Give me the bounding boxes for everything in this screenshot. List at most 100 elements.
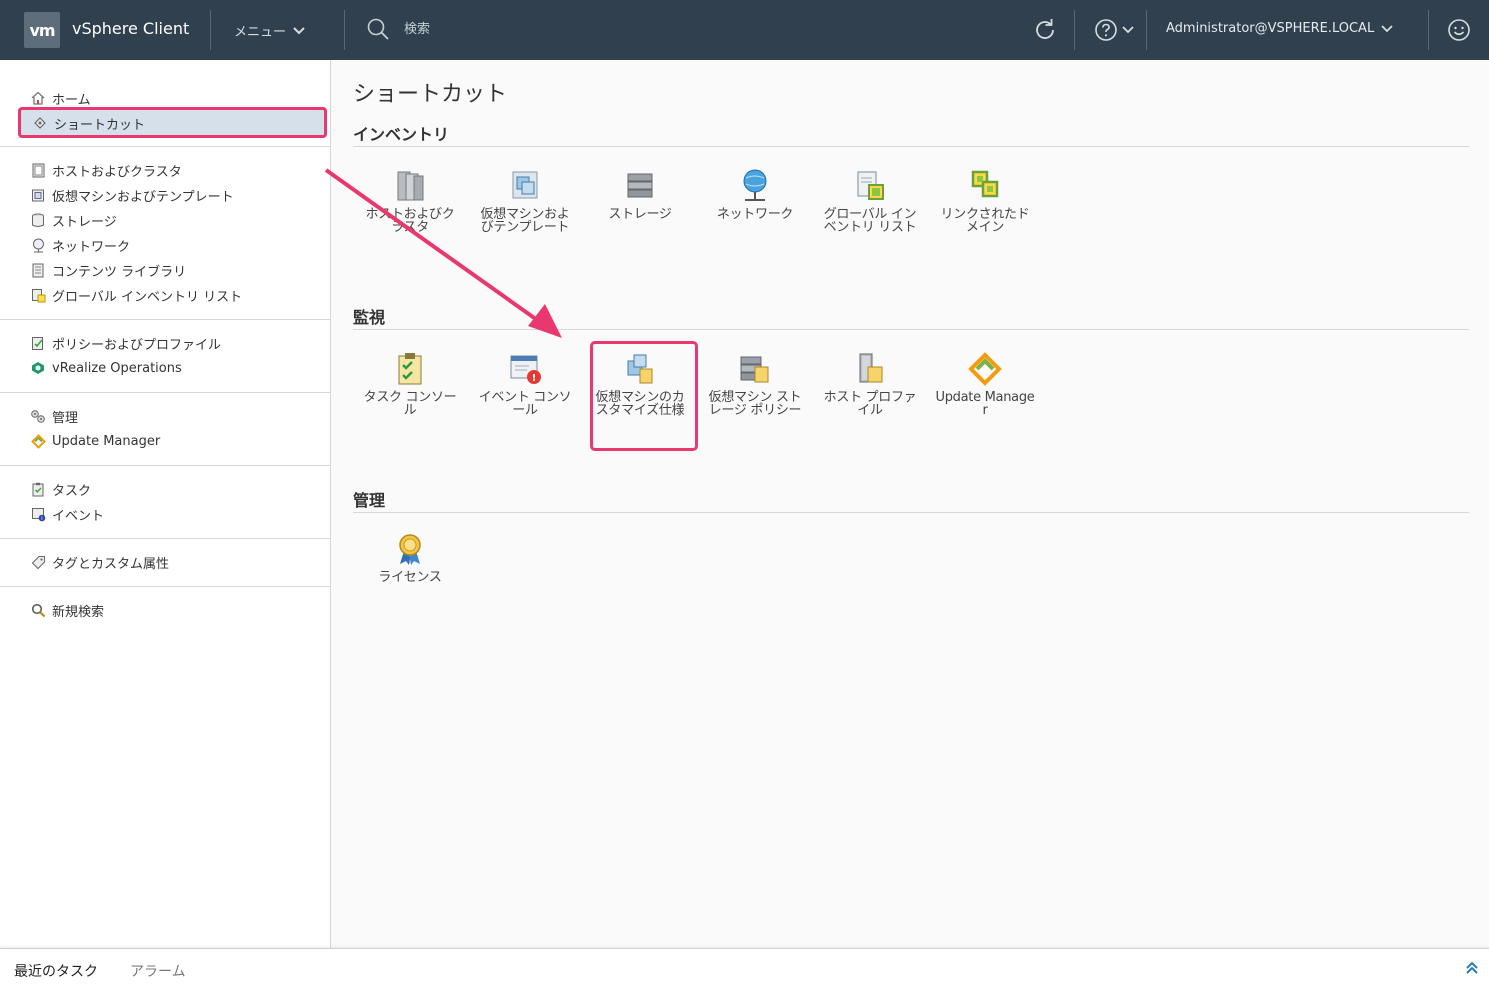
network-icon bbox=[30, 237, 46, 253]
sidebar-item-label: グローバル インベントリ リスト bbox=[52, 289, 243, 305]
search-icon bbox=[367, 18, 389, 40]
global-inventory-icon bbox=[857, 171, 884, 200]
vmware-logo[interactable]: vm bbox=[24, 12, 60, 48]
vm-storage-policies-icon bbox=[740, 356, 769, 383]
nav-divider bbox=[0, 146, 330, 147]
tile-network[interactable]: ネットワーク bbox=[705, 168, 805, 221]
tile-event-console[interactable]: ! イベント コンソール bbox=[475, 351, 575, 417]
help-icon bbox=[1095, 19, 1117, 41]
global-search[interactable] bbox=[366, 17, 706, 41]
main-content: ショートカット インベントリ ホストおよびクラスタ 仮想マシンおよびテンプレート… bbox=[331, 60, 1489, 948]
tag-icon bbox=[30, 554, 46, 570]
double-chevron-up-icon[interactable] bbox=[1465, 961, 1479, 975]
sidebar-item-global-inventory[interactable]: グローバル インベントリ リスト bbox=[30, 284, 242, 306]
annotation-highlight-box bbox=[18, 107, 327, 138]
bottom-panel-bar: 最近のタスク アラーム bbox=[0, 948, 1489, 985]
search-input[interactable] bbox=[402, 20, 706, 38]
sidebar-item-new-search[interactable]: 新規検索 bbox=[30, 599, 104, 621]
section-title-monitoring: 監視 bbox=[353, 308, 386, 327]
chevron-down-icon bbox=[293, 26, 305, 34]
sidebar-item-label: vRealize Operations bbox=[52, 360, 182, 376]
sidebar-item-administration[interactable]: 管理 bbox=[30, 405, 78, 427]
nav-divider bbox=[0, 319, 330, 320]
help-menu[interactable] bbox=[1094, 18, 1134, 42]
sidebar-item-label: コンテンツ ライブラリ bbox=[52, 264, 187, 280]
sidebar-item-content-library[interactable]: コンテンツ ライブラリ bbox=[30, 259, 186, 281]
update-manager-icon bbox=[30, 433, 46, 449]
smiley-feedback-icon[interactable] bbox=[1447, 18, 1471, 42]
sidebar-item-events[interactable]: i イベント bbox=[30, 503, 104, 525]
tile-update-manager[interactable]: Update Manager bbox=[935, 351, 1035, 417]
tile-hosts-clusters[interactable]: ホストおよびクラスタ bbox=[360, 168, 460, 234]
sidebar-item-network[interactable]: ネットワーク bbox=[30, 234, 130, 256]
tile-vm-storage-policies[interactable]: 仮想マシン ストレージ ポリシー bbox=[705, 351, 805, 417]
annotation-highlight-box bbox=[590, 341, 698, 451]
vm-templates-icon bbox=[30, 187, 46, 203]
svg-text:i: i bbox=[41, 516, 42, 522]
tile-host-profiles[interactable]: ホスト プロファイル bbox=[820, 351, 920, 417]
header-divider bbox=[1146, 10, 1147, 50]
sidebar-item-label: タスク bbox=[52, 483, 92, 499]
sidebar-item-tasks[interactable]: タスク bbox=[30, 478, 91, 500]
user-menu[interactable]: Administrator@VSPHERE.LOCAL bbox=[1166, 21, 1394, 36]
hosts-clusters-icon bbox=[397, 171, 424, 201]
tile-linked-domains[interactable]: リンクされたドメイン bbox=[935, 168, 1035, 234]
section-divider bbox=[353, 512, 1469, 513]
vm-templates-icon bbox=[512, 171, 538, 199]
tile-label: ホストおよびクラスタ bbox=[365, 207, 455, 235]
hosts-clusters-icon bbox=[30, 162, 46, 178]
vrealize-icon bbox=[30, 360, 46, 376]
top-header: vm vSphere Client メニュー Administrator@VSP… bbox=[0, 0, 1489, 60]
tile-global-inventory[interactable]: グローバル インベントリ リスト bbox=[820, 168, 920, 234]
header-divider bbox=[1074, 10, 1075, 50]
page-title: ショートカット bbox=[353, 82, 508, 107]
tile-storage[interactable]: ストレージ bbox=[590, 168, 690, 221]
sidebar-item-label: Update Manager bbox=[52, 433, 161, 449]
tile-label: イベント コンソール bbox=[478, 390, 572, 418]
sidebar-item-label: 新規検索 bbox=[52, 604, 105, 620]
sidebar-item-storage[interactable]: ストレージ bbox=[30, 209, 117, 231]
nav-divider bbox=[0, 586, 330, 587]
tab-recent-tasks[interactable]: 最近のタスク bbox=[14, 961, 98, 981]
sidebar-item-hosts-clusters[interactable]: ホストおよびクラスタ bbox=[30, 159, 182, 181]
chevron-down-icon bbox=[1381, 24, 1393, 32]
refresh-icon[interactable] bbox=[1032, 17, 1058, 43]
network-icon bbox=[743, 169, 767, 201]
chevron-down-icon bbox=[1122, 26, 1134, 34]
sidebar-item-policies-profiles[interactable]: ポリシーおよびプロファイル bbox=[30, 332, 221, 354]
tile-task-console[interactable]: タスク コンソール bbox=[360, 351, 460, 417]
linked-domains-icon bbox=[971, 170, 999, 198]
policies-icon bbox=[30, 335, 46, 351]
tasks-icon bbox=[30, 481, 46, 497]
tile-vm-templates[interactable]: 仮想マシンおよびテンプレート bbox=[475, 168, 575, 234]
sidebar-item-label: ポリシーおよびプロファイル bbox=[52, 337, 222, 353]
tile-label: ホスト プロファイル bbox=[823, 390, 917, 418]
event-console-icon: ! bbox=[510, 355, 541, 384]
host-profiles-icon bbox=[859, 353, 883, 383]
tile-label: リンクされたドメイン bbox=[940, 207, 1030, 235]
storage-icon bbox=[627, 173, 653, 198]
sidebar-item-vm-templates[interactable]: 仮想マシンおよびテンプレート bbox=[30, 184, 234, 206]
menu-button[interactable]: メニュー bbox=[234, 21, 306, 40]
header-divider bbox=[1428, 10, 1429, 50]
header-divider bbox=[210, 10, 211, 50]
tile-label: ストレージ bbox=[608, 207, 672, 222]
home-icon bbox=[30, 90, 46, 106]
sidebar-item-home[interactable]: ホーム bbox=[30, 87, 91, 109]
section-divider bbox=[353, 146, 1469, 147]
sidebar-item-label: ホーム bbox=[52, 92, 91, 108]
sidebar-item-label: 管理 bbox=[52, 410, 79, 426]
tile-licensing[interactable]: ライセンス bbox=[360, 531, 460, 584]
header-divider bbox=[344, 10, 345, 50]
administration-icon bbox=[30, 408, 46, 424]
section-title-administration: 管理 bbox=[353, 491, 386, 510]
sidebar-item-label: 仮想マシンおよびテンプレート bbox=[52, 189, 234, 205]
tile-label: 仮想マシン ストレージ ポリシー bbox=[708, 390, 802, 418]
tab-alarms[interactable]: アラーム bbox=[130, 961, 186, 981]
nav-divider bbox=[0, 392, 330, 393]
section-divider bbox=[353, 329, 1469, 330]
sidebar-item-update-manager[interactable]: Update Manager bbox=[30, 430, 160, 452]
sidebar-item-tags-custom-attributes[interactable]: タグとカスタム属性 bbox=[30, 551, 169, 573]
sidebar-item-label: ネットワーク bbox=[52, 239, 131, 255]
sidebar-item-vrealize[interactable]: vRealize Operations bbox=[30, 357, 182, 379]
